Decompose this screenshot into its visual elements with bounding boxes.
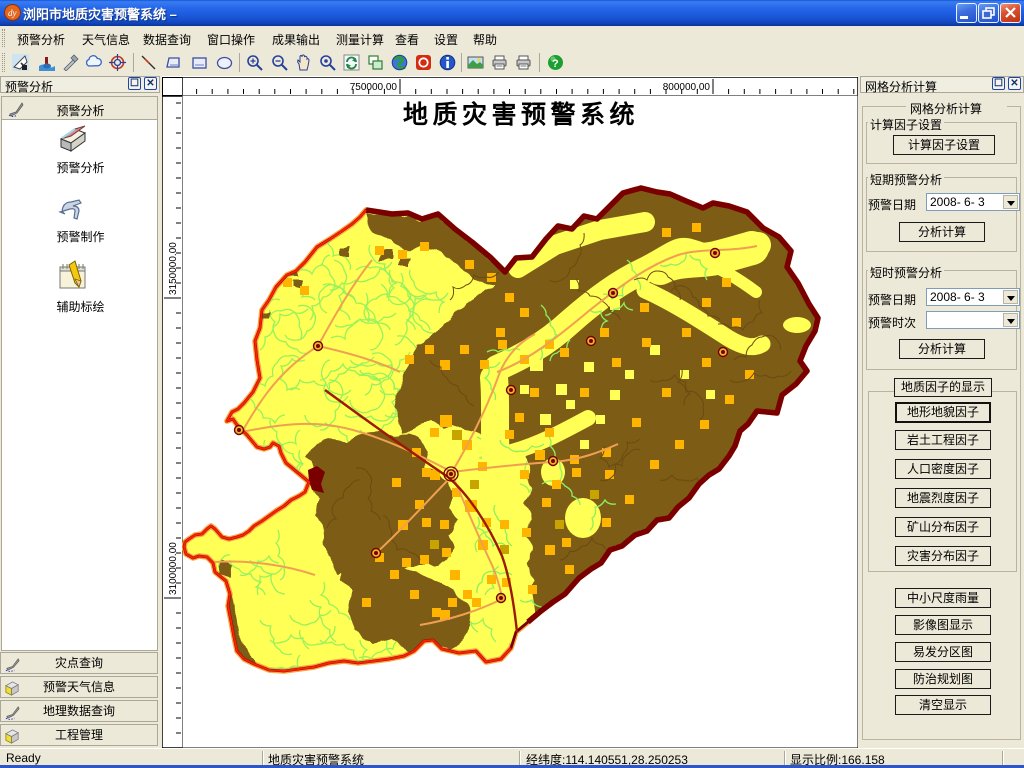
svg-text:地质灾害预警系统: 地质灾害预警系统 bbox=[403, 100, 639, 129]
svg-text:dy: dy bbox=[8, 8, 17, 18]
svg-text:?: ? bbox=[552, 58, 559, 70]
svg-text:750000.00: 750000.00 bbox=[350, 82, 398, 93]
svg-text:800000.00: 800000.00 bbox=[663, 82, 711, 93]
